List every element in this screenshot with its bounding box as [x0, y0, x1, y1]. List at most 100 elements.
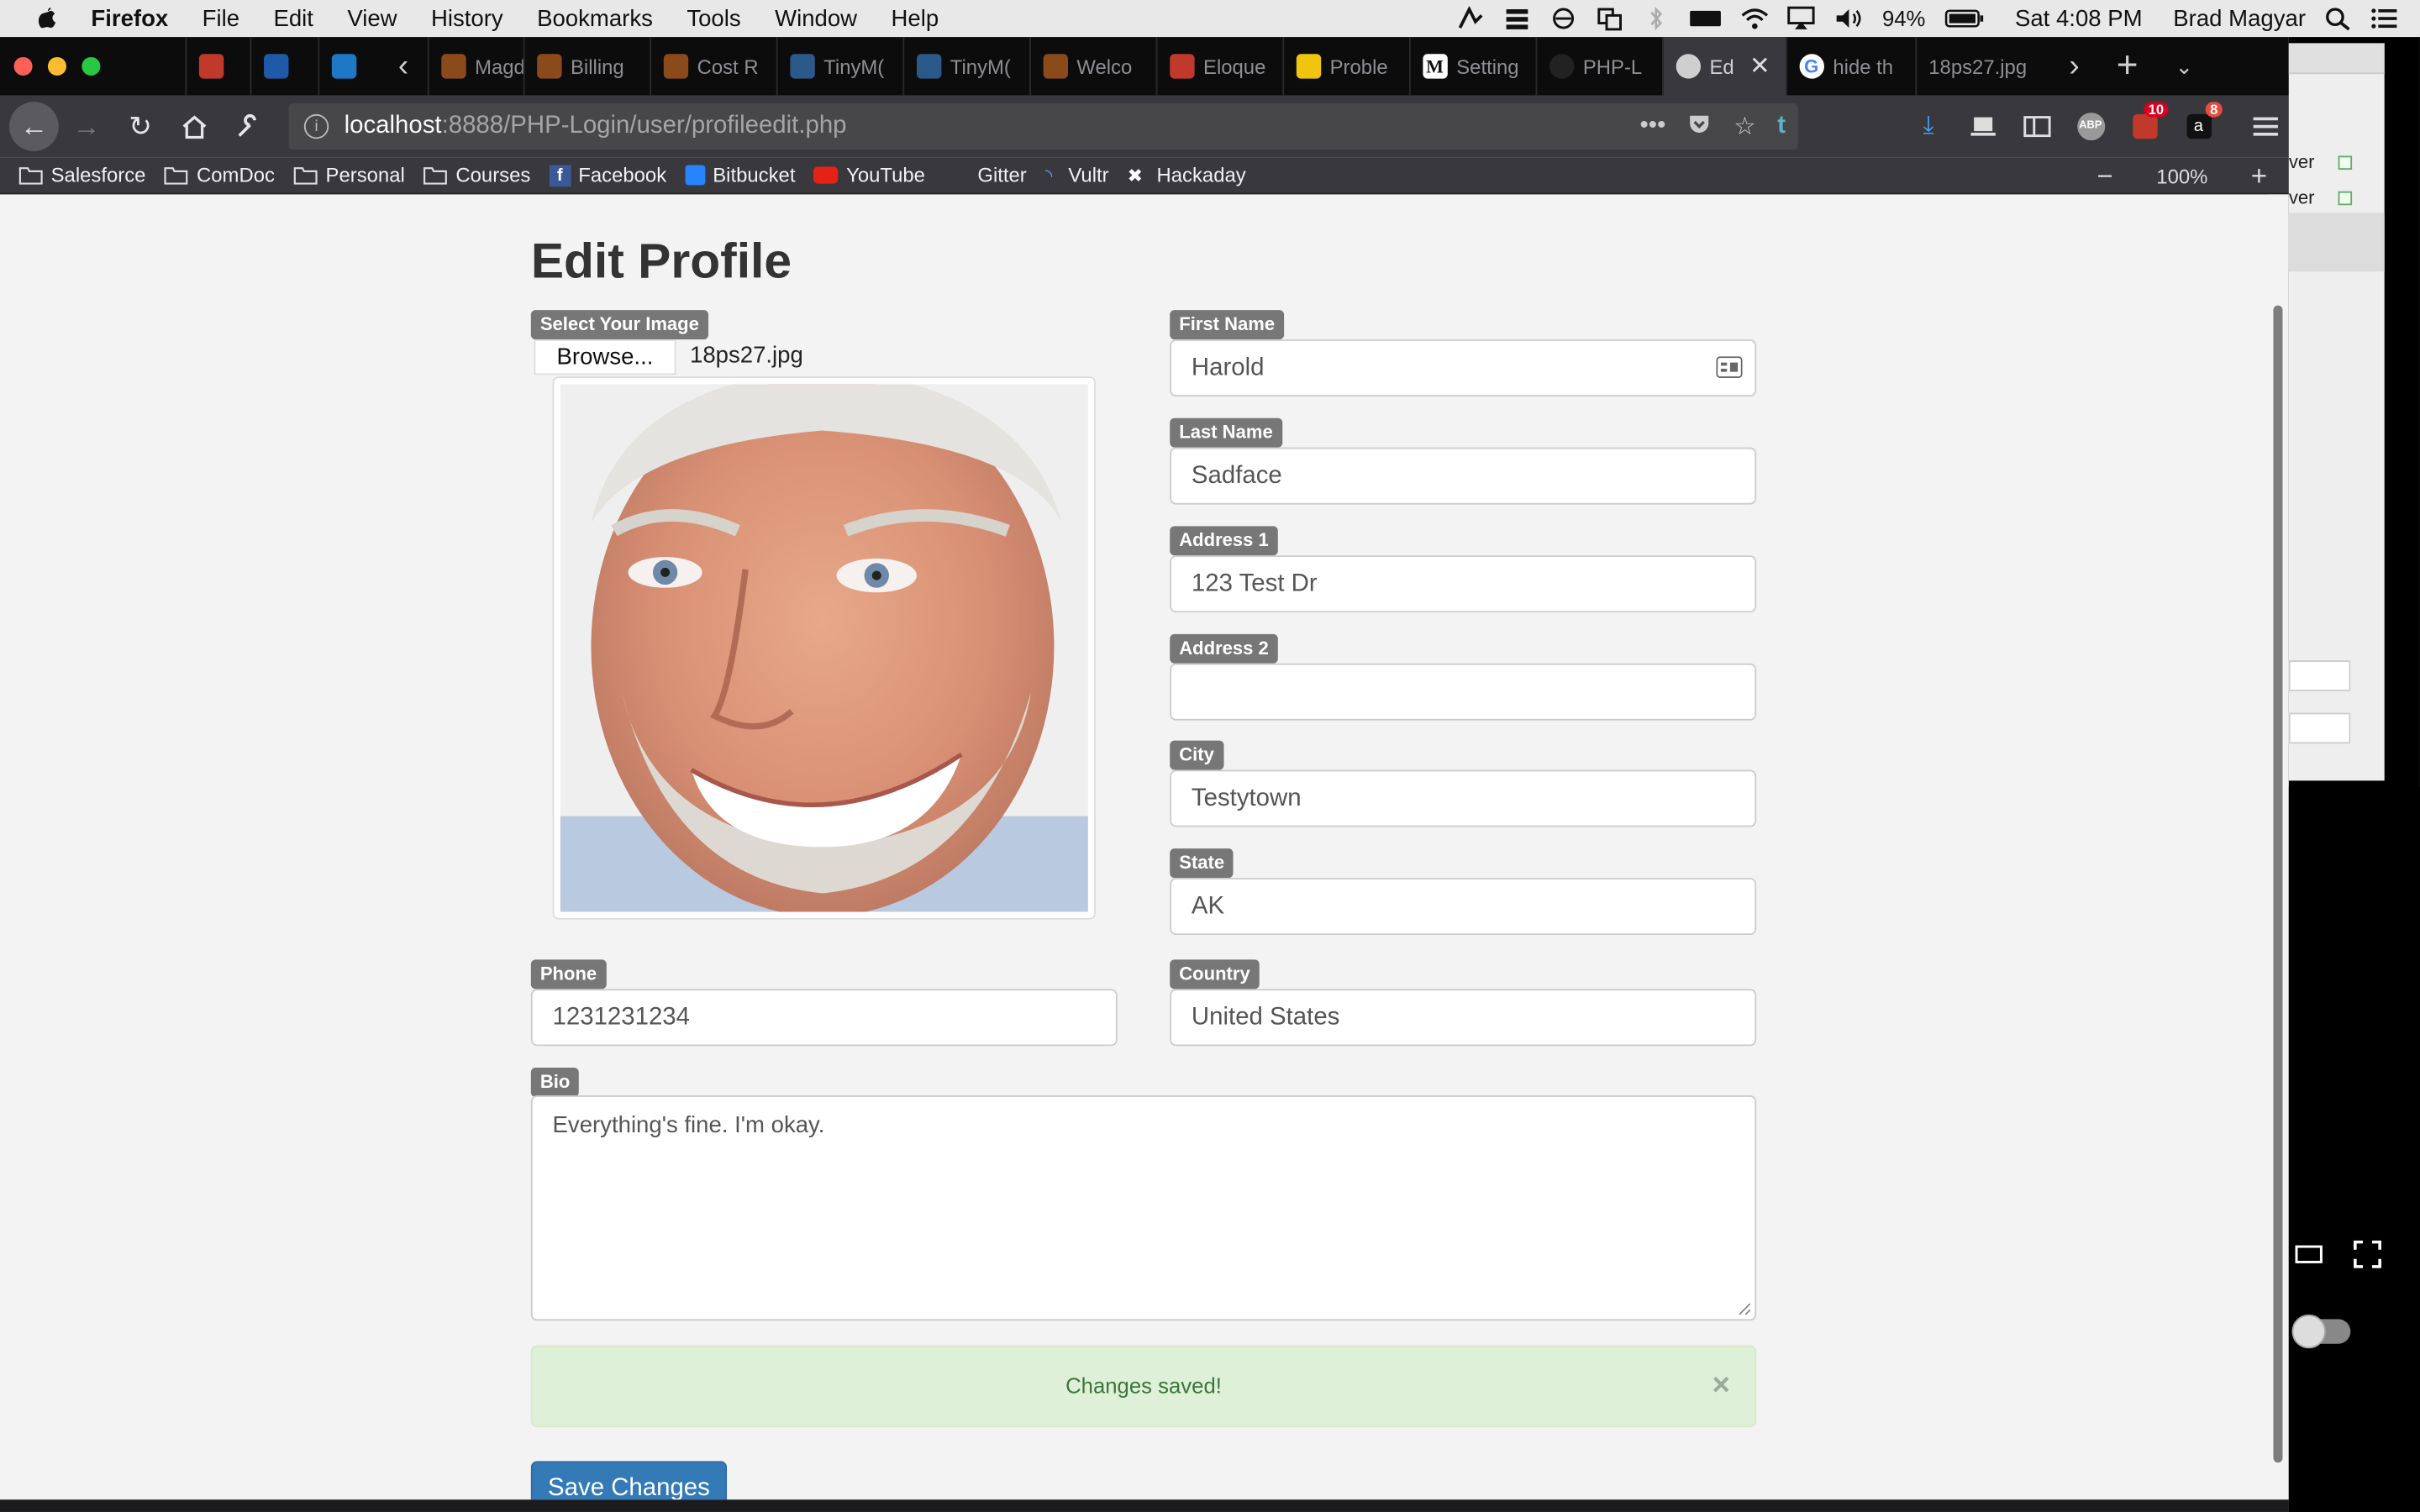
tab-scroll-left-icon[interactable]: ‹ [380, 49, 427, 84]
save-changes-button[interactable]: Save Changes [530, 1461, 728, 1500]
bluetooth-icon[interactable] [1641, 6, 1669, 31]
adblock-icon[interactable]: ABP [2064, 113, 2118, 141]
background-checkbox-1[interactable] [2338, 155, 2353, 171]
bio-textarea[interactable]: Everything's fine. I'm okay. [530, 1095, 1757, 1321]
menu-tools[interactable]: Tools [670, 5, 758, 31]
address2-input[interactable] [1170, 663, 1757, 721]
menu-edit[interactable]: Edit [256, 5, 330, 31]
tab-scroll-right-icon[interactable]: › [2050, 49, 2097, 84]
tab-gmail[interactable] [185, 37, 250, 96]
battery-icon[interactable] [1944, 6, 1984, 30]
back-arrow-icon[interactable]: ← [9, 102, 59, 151]
close-tab-icon[interactable]: ✕ [1749, 51, 1770, 82]
city-input[interactable]: Testytown [1170, 769, 1757, 827]
first-name-input[interactable]: Harold [1170, 339, 1757, 397]
bookmark-bitbucket[interactable]: Bitbucket [685, 164, 795, 186]
sidebar-icon[interactable] [2009, 116, 2063, 138]
extension-red-icon[interactable]: 10 [2118, 102, 2171, 139]
spotlight-icon[interactable] [2324, 6, 2352, 31]
memory-icon[interactable] [1688, 6, 1722, 30]
address-bar[interactable]: i localhost:8888/PHP-Login/user/profilee… [288, 103, 1798, 150]
menu-bookmarks[interactable]: Bookmarks [520, 5, 670, 31]
tab-billing[interactable]: Billing [523, 37, 650, 96]
forward-arrow-icon[interactable]: → [60, 100, 113, 152]
home-icon[interactable] [168, 100, 220, 152]
status-app-icon[interactable] [1456, 6, 1484, 30]
volume-icon[interactable] [1833, 6, 1864, 30]
reload-icon[interactable]: ↻ [114, 100, 166, 152]
sync-icon[interactable] [1549, 6, 1576, 30]
menu-history[interactable]: History [414, 5, 520, 31]
bookmark-youtube[interactable]: YouTube [813, 164, 925, 186]
bookmark-hackaday[interactable]: ✖ Hackaday [1128, 164, 1246, 187]
country-input[interactable]: United States [1170, 989, 1757, 1047]
new-tab-icon[interactable]: + [2098, 45, 2157, 87]
zoom-out-icon[interactable]: − [2097, 160, 2113, 192]
bookmark-facebook[interactable]: f Facebook [549, 164, 666, 186]
clock[interactable]: Sat 4:08 PM [2015, 5, 2143, 31]
tab-c[interactable] [318, 37, 379, 96]
page-actions-icon[interactable]: ••• [1640, 113, 1666, 140]
tab-google[interactable]: Ghide th [1785, 37, 1914, 96]
tab-eloquent[interactable]: Eloque [1155, 37, 1282, 96]
background-input-1[interactable] [2288, 660, 2351, 691]
hamburger-menu-icon[interactable] [2238, 116, 2291, 138]
browse-button[interactable]: Browse... [534, 339, 676, 375]
contact-card-icon[interactable] [1716, 356, 1743, 378]
phone-input[interactable]: 1231231234 [530, 989, 1118, 1047]
copy-icon[interactable] [1595, 6, 1623, 31]
tab-tinymce-2[interactable]: TinyM( [902, 37, 1029, 96]
fullscreen-icon[interactable] [2353, 1240, 2382, 1268]
close-alert-icon[interactable]: × [1712, 1347, 1729, 1425]
laptop-icon[interactable] [1955, 116, 2009, 138]
background-input-2[interactable] [2288, 712, 2351, 744]
zoom-level[interactable]: 100% [2156, 165, 2207, 188]
wrench-icon[interactable] [222, 100, 274, 152]
tab-magde[interactable]: Magde [427, 37, 523, 96]
menu-file[interactable]: File [185, 5, 256, 31]
menu-view[interactable]: View [330, 5, 414, 31]
bookmark-folder-comdoc[interactable]: ComDoc [164, 164, 275, 186]
last-name-input[interactable]: Sadface [1170, 447, 1757, 505]
minimize-window-button[interactable] [47, 56, 66, 76]
tumblr-icon[interactable]: t [1777, 113, 1786, 140]
pocket-icon[interactable] [1687, 110, 1712, 143]
zoom-window-button[interactable] [82, 56, 101, 76]
scrollbar-thumb[interactable] [2273, 305, 2283, 1463]
tab-vultr[interactable] [250, 37, 318, 96]
tab-list-chevron-down-icon[interactable]: ⌄ [2157, 53, 2212, 79]
bookmark-folder-salesforce[interactable]: Salesforce [18, 164, 145, 186]
autoplay-toggle[interactable] [2291, 1314, 2351, 1349]
tab-tinymce-1[interactable]: TinyM( [776, 37, 902, 96]
page-scrollbar[interactable] [2268, 194, 2289, 1500]
menu-window[interactable]: Window [758, 5, 874, 31]
stack-icon[interactable] [1502, 6, 1530, 30]
tab-php-login[interactable]: PHP-L [1534, 37, 1662, 96]
menu-app-firefox[interactable]: Firefox [74, 5, 185, 31]
tab-welcome[interactable]: Welco [1028, 37, 1155, 96]
bookmark-folder-personal[interactable]: Personal [293, 164, 405, 186]
tab-edit-profile[interactable]: Ed ✕ [1661, 37, 1786, 96]
background-checkbox-2[interactable] [2338, 191, 2353, 206]
tab-image[interactable]: 18ps27.jpg [1914, 37, 2051, 96]
state-input[interactable]: AK [1170, 878, 1757, 936]
resize-grip-icon[interactable] [1736, 1300, 1751, 1315]
site-info-icon[interactable]: i [303, 113, 329, 139]
address1-input[interactable]: 123 Test Dr [1170, 555, 1757, 613]
close-window-button[interactable] [13, 56, 33, 76]
apple-icon[interactable] [34, 6, 58, 30]
tab-cost[interactable]: Cost R [649, 37, 776, 96]
tab-problem[interactable]: Proble [1281, 37, 1409, 96]
bookmark-star-icon[interactable]: ☆ [1733, 111, 1755, 142]
wifi-icon[interactable] [1740, 6, 1768, 30]
tab-settings[interactable]: M Setting [1408, 37, 1535, 96]
bookmark-vultr[interactable]: ◝ Vultr [1045, 164, 1109, 187]
downloads-icon[interactable]: ⤓ [1902, 113, 1955, 140]
user-name[interactable]: Brad Magyar [2173, 5, 2306, 31]
airplay-icon[interactable] [1786, 6, 1814, 30]
bookmark-folder-courses[interactable]: Courses [424, 164, 530, 186]
amazon-icon[interactable]: a8 [2171, 102, 2225, 139]
bookmark-gitter[interactable]: Gitter [977, 164, 1026, 187]
notification-center-icon[interactable] [2370, 6, 2398, 30]
zoom-in-icon[interactable]: + [2251, 160, 2267, 192]
